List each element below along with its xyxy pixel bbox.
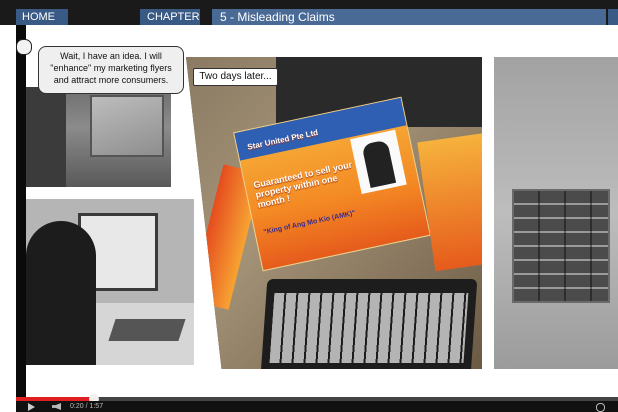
play-icon[interactable] bbox=[28, 403, 35, 411]
caption-box: Two days later... bbox=[193, 68, 278, 86]
comic-panel-agent-at-desk bbox=[26, 199, 194, 365]
comic-panel-mailboxes bbox=[494, 57, 618, 369]
comic-panel-flyers: Star United Pte Ltd Guaranteed to sell y… bbox=[186, 57, 482, 369]
tab-home[interactable]: HOME bbox=[16, 9, 68, 25]
settings-icon[interactable] bbox=[596, 403, 605, 412]
volume-icon[interactable] bbox=[52, 403, 61, 410]
agent-silhouette bbox=[26, 221, 96, 365]
chapter-title: 5 - Misleading Claims bbox=[212, 9, 606, 25]
time-display: 0:20 / 1:57 bbox=[70, 403, 104, 410]
speech-bubble: Wait, I have an idea. I will "enhance" m… bbox=[38, 46, 184, 94]
flyer-headline: Guaranteed to sell your property within … bbox=[252, 159, 353, 210]
player-controls: 0:20 / 1:57 bbox=[16, 401, 618, 412]
tab-extra[interactable] bbox=[608, 9, 618, 25]
keyboard-illustration bbox=[108, 319, 186, 341]
top-navigation-bar: HOME CHAPTER 5 - Misleading Claims bbox=[0, 0, 618, 25]
flyer-tagline: "King of Ang Mo Kio (AMK)" bbox=[262, 209, 357, 237]
speech-bubble-tail bbox=[16, 39, 32, 55]
mailboxes-illustration bbox=[512, 189, 610, 303]
monitor-illustration bbox=[90, 95, 164, 157]
tab-chapter[interactable]: CHAPTER bbox=[140, 9, 200, 25]
keyboard-illustration bbox=[260, 279, 478, 369]
comic-panel-office bbox=[26, 87, 171, 187]
